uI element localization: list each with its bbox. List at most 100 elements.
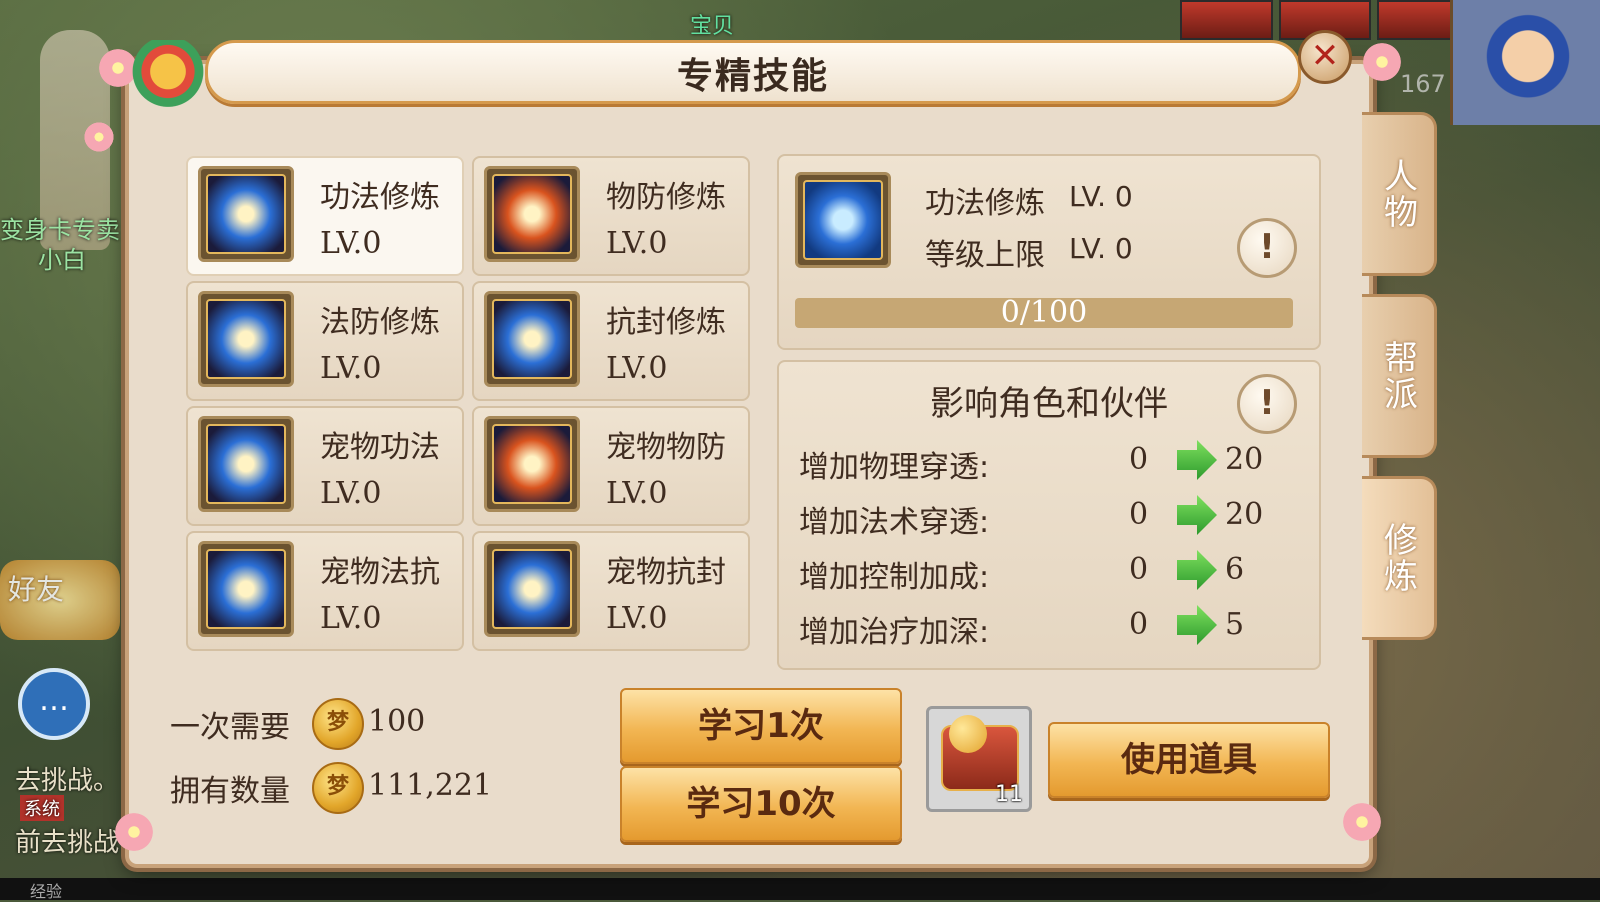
green-arrow-icon (1177, 550, 1217, 590)
close-icon: ✕ (1310, 36, 1340, 76)
flower-decoration (112, 810, 156, 854)
detail-cap-level: LV. 0 (1069, 232, 1133, 265)
skill-name: 功法修炼 (320, 180, 440, 215)
quest-text-2[interactable]: 前去挑战 (15, 822, 119, 859)
skill-card[interactable]: 宠物法抗 LV.0 (186, 531, 464, 651)
skill-name: 法防修炼 (320, 305, 440, 340)
skill-level: LV.0 (606, 601, 668, 636)
skill-name: 物防修炼 (606, 180, 726, 215)
effects-info-button[interactable]: ! (1237, 374, 1297, 434)
effect-label: 增加控制加成: (799, 560, 990, 595)
skill-name: 宠物法抗 (320, 555, 440, 590)
scene-npc-name: 小白 (38, 246, 86, 274)
skill-card[interactable]: 宠物功法 LV.0 (186, 406, 464, 526)
cost-per-label: 一次需要 (170, 710, 290, 745)
use-item-button[interactable]: 使用道具 (1048, 722, 1330, 798)
item-count: 11 (995, 782, 1023, 807)
detail-skill-name: 功法修炼 (925, 186, 1045, 221)
progress-text: 0/100 (1000, 295, 1088, 330)
friends-icon[interactable]: 好友 (0, 560, 120, 640)
skill-name: 宠物物防 (606, 430, 726, 465)
skill-card[interactable]: 抗封修炼 LV.0 (472, 281, 750, 401)
effect-next-value: 20 (1225, 497, 1264, 532)
skill-card[interactable]: 宠物抗封 LV.0 (472, 531, 750, 651)
physical-defense-icon (484, 166, 580, 262)
exclamation-icon: ! (1259, 227, 1275, 267)
flower-decoration (1360, 40, 1404, 84)
player-level-number: 167 (1400, 70, 1446, 98)
detail-info-button[interactable]: ! (1237, 218, 1297, 278)
skill-name: 宠物功法 (320, 430, 440, 465)
player-avatar[interactable] (1450, 0, 1600, 125)
tab-character[interactable]: 人物 (1362, 112, 1437, 276)
effect-current-value: 0 (1129, 607, 1149, 642)
skill-level: LV.0 (320, 601, 382, 636)
flower-decoration (1340, 800, 1384, 844)
friends-label: 好友 (8, 573, 65, 606)
green-arrow-icon (1177, 495, 1217, 535)
flower-decoration (82, 120, 116, 154)
skill-name: 抗封修炼 (606, 305, 726, 340)
skill-level: LV.0 (320, 351, 382, 386)
pet-physical-defense-icon (484, 416, 580, 512)
exclamation-icon: ! (1259, 383, 1275, 423)
system-badge: 系统 (20, 795, 64, 821)
cost-per-value: 100 (368, 704, 426, 739)
owned-label: 拥有数量 (170, 774, 290, 809)
owned-value: 111,221 (368, 768, 493, 803)
effect-current-value: 0 (1129, 552, 1149, 587)
experience-bar: 经验 (0, 878, 1600, 901)
tab-cultivation[interactable]: 修炼 (1362, 476, 1437, 640)
dragon-emblem-icon (132, 40, 212, 110)
green-arrow-icon (1177, 440, 1217, 480)
skill-level: LV.0 (320, 226, 382, 261)
item-slot[interactable]: 11 (926, 706, 1032, 812)
effects-panel: 影响角色和伙伴 ! 增加物理穿透: 0 20 增加法术穿透: 0 20 增加控制加成: 0 6 增… (777, 360, 1321, 670)
skill-card[interactable]: 功法修炼 LV.0 (186, 156, 464, 276)
skill-level: LV.0 (606, 476, 668, 511)
pet-seal-resist-icon (484, 541, 580, 637)
pet-magic-resist-icon (198, 541, 294, 637)
skill-level: LV.0 (606, 226, 668, 261)
skill-level: LV.0 (320, 476, 382, 511)
effect-row: 增加治疗加深: 0 5 (799, 605, 1299, 650)
dialog-titlebar: 专精技能 (205, 40, 1301, 104)
effect-row: 增加物理穿透: 0 20 (799, 440, 1299, 485)
qi-cultivation-icon (198, 166, 294, 262)
gold-orb-icon (949, 715, 987, 753)
quest-text-1[interactable]: 去挑战。 (15, 760, 119, 797)
skill-card[interactable]: 宠物物防 LV.0 (472, 406, 750, 526)
skill-card[interactable]: 物防修炼 LV.0 (472, 156, 750, 276)
effect-label: 增加治疗加深: (799, 615, 990, 650)
skill-level: LV.0 (606, 351, 668, 386)
dialog-title: 专精技能 (676, 56, 829, 97)
dream-coin-icon: 梦 (312, 698, 364, 750)
effect-next-value: 20 (1225, 442, 1264, 477)
magic-defense-icon (198, 291, 294, 387)
scene-treasure-label: 宝贝 (690, 14, 735, 39)
dream-coin-icon: 梦 (312, 762, 364, 814)
tab-guild[interactable]: 帮派 (1362, 294, 1437, 458)
learn-once-button[interactable]: 学习1次 (620, 688, 902, 764)
effect-current-value: 0 (1129, 442, 1149, 477)
skill-progress-bar: 0/100 (795, 295, 1293, 330)
effect-row: 增加控制加成: 0 6 (799, 550, 1299, 595)
effect-current-value: 0 (1129, 497, 1149, 532)
detail-skill-level: LV. 0 (1069, 180, 1133, 213)
effect-next-value: 5 (1225, 607, 1245, 642)
exp-label: 经验 (30, 882, 63, 901)
skill-name: 宠物抗封 (606, 555, 726, 590)
skill-detail-panel: 功法修炼 LV. 0 等级上限 LV. 0 ! 0/100 (777, 154, 1321, 350)
effect-row: 增加法术穿透: 0 20 (799, 495, 1299, 540)
green-arrow-icon (1177, 605, 1217, 645)
learn-ten-button[interactable]: 学习10次 (620, 766, 902, 842)
close-button[interactable]: ✕ (1298, 30, 1352, 84)
effect-label: 增加物理穿透: (799, 450, 990, 485)
effect-label: 增加法术穿透: (799, 505, 990, 540)
selected-skill-icon (795, 172, 891, 268)
seal-resist-icon (484, 291, 580, 387)
effect-next-value: 6 (1225, 552, 1245, 587)
skill-card[interactable]: 法防修炼 LV.0 (186, 281, 464, 401)
chat-bubble-icon[interactable]: … (18, 668, 90, 740)
detail-cap-label: 等级上限 (925, 238, 1045, 273)
